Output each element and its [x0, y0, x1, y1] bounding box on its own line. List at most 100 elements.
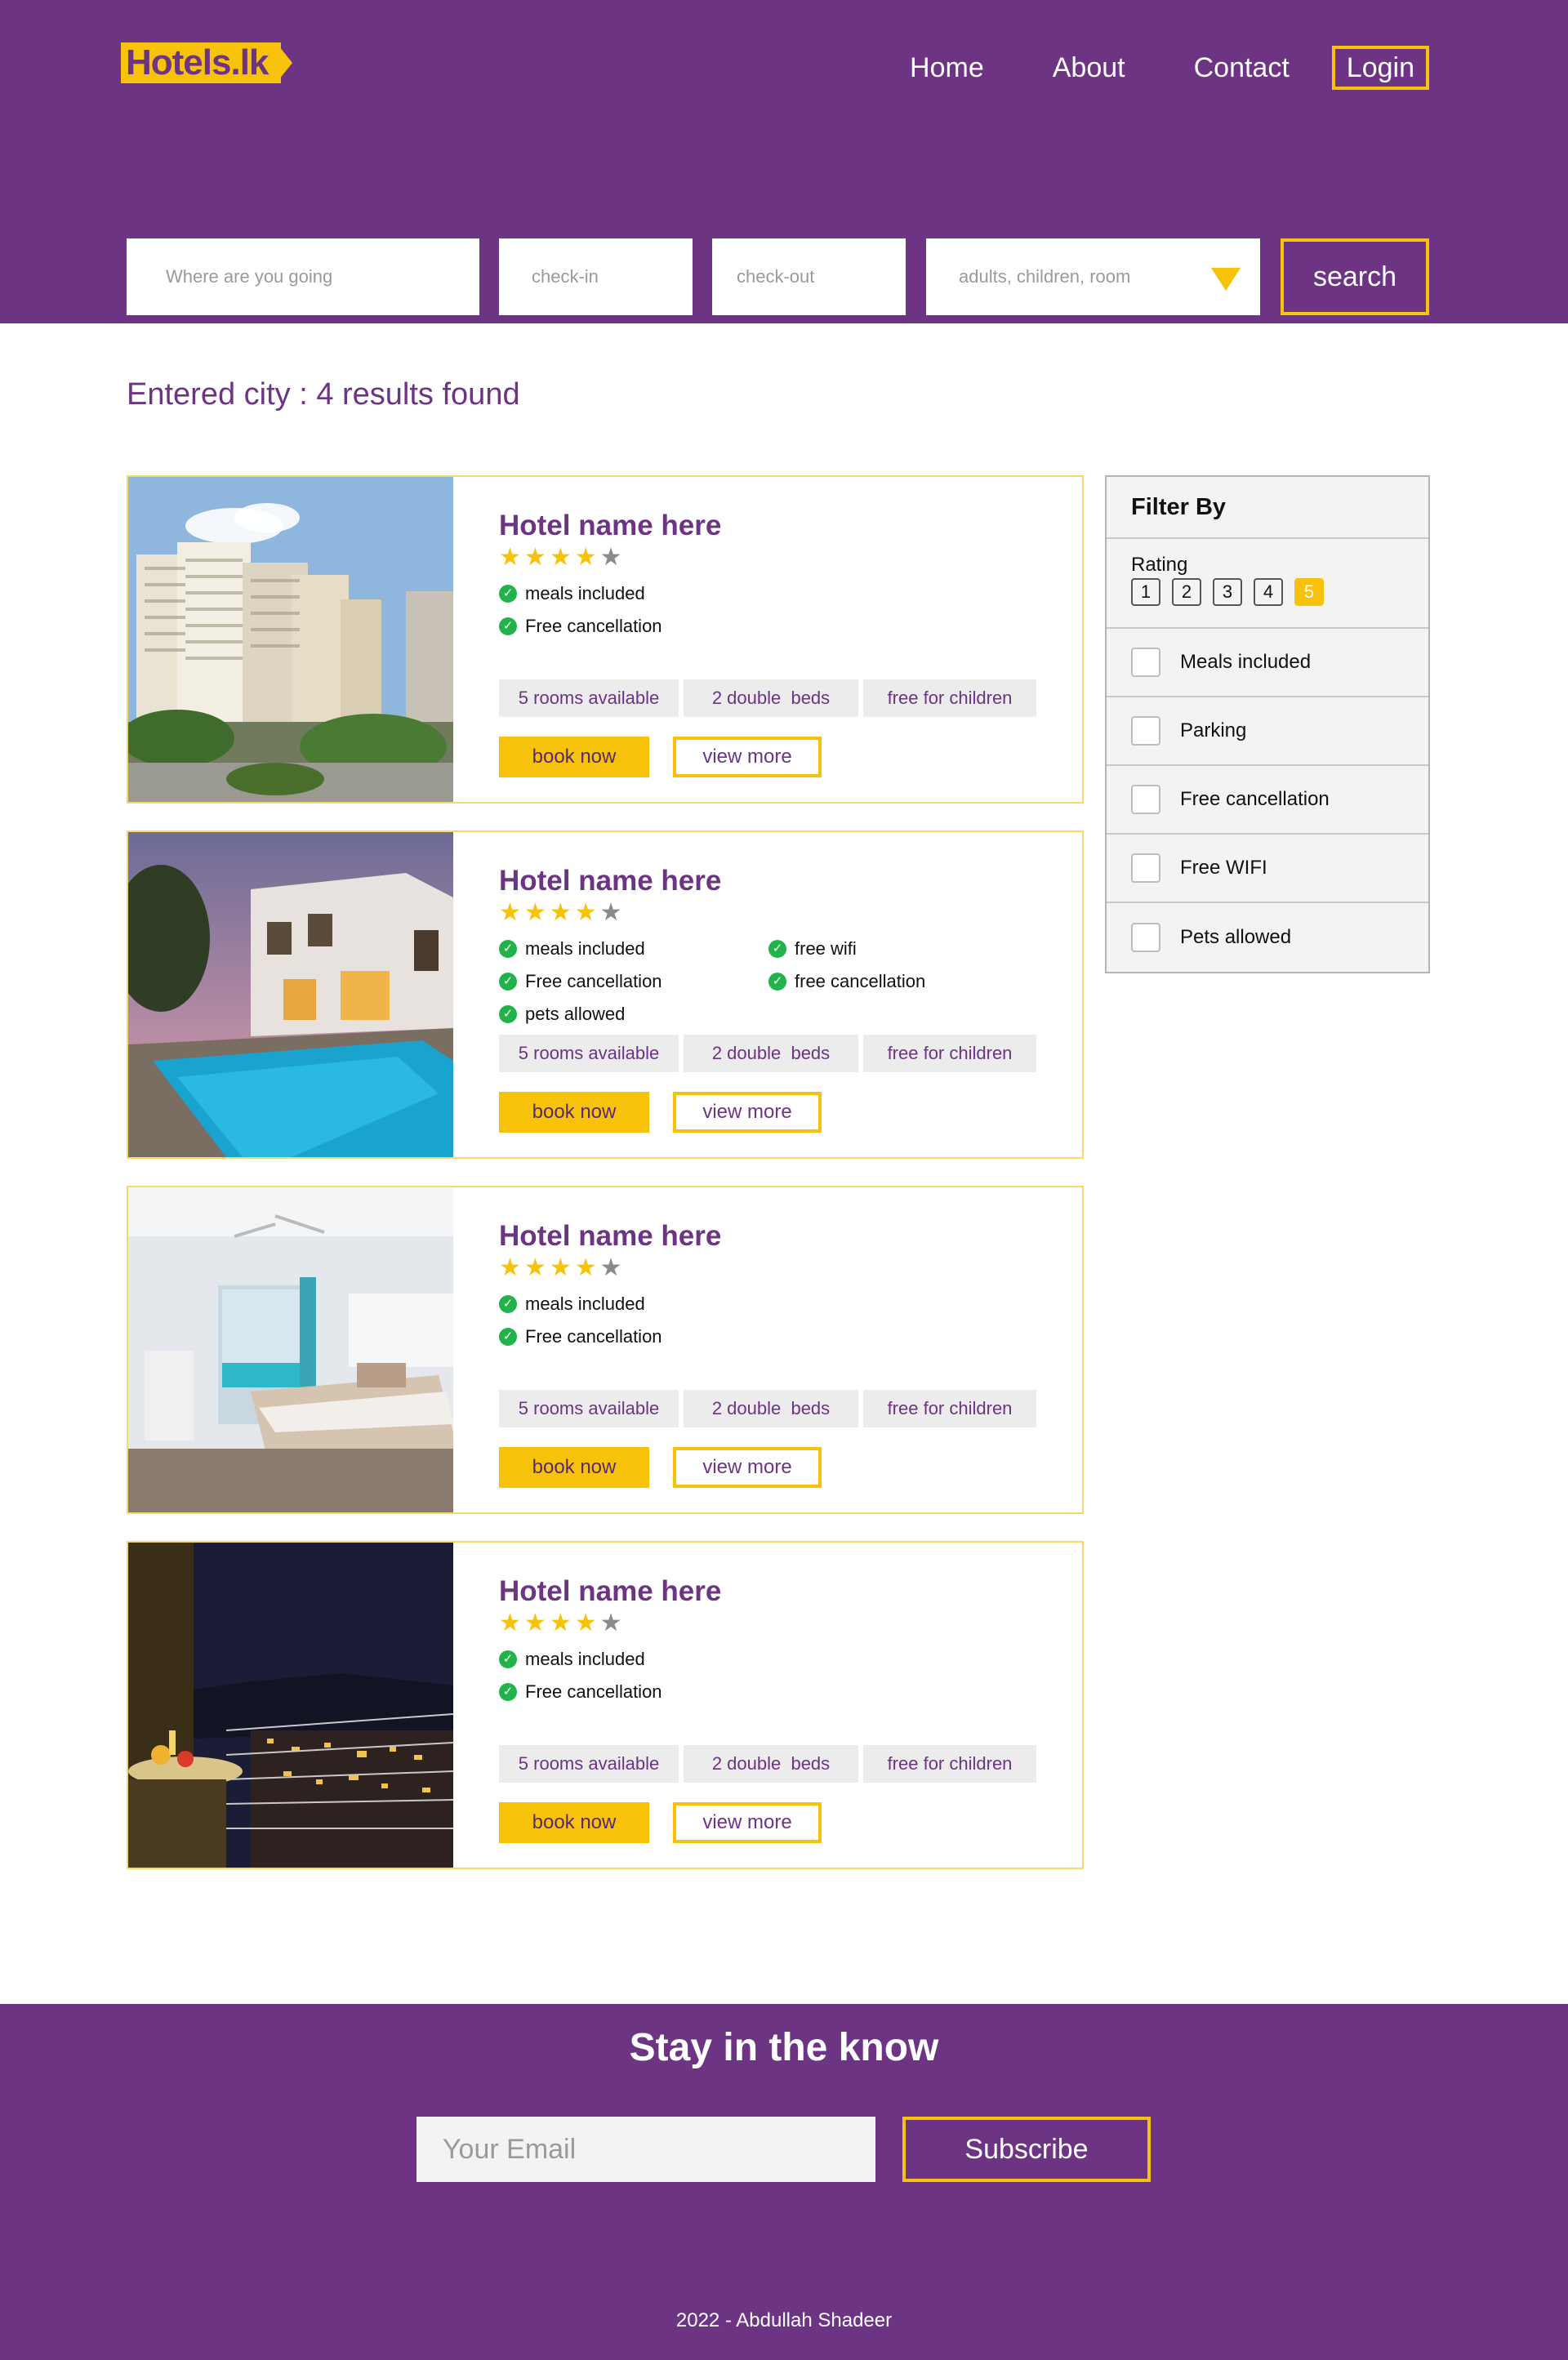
- book-now-button[interactable]: book now: [499, 1092, 649, 1133]
- nav-home-link[interactable]: Home: [910, 47, 984, 89]
- filter-option-label: Pets allowed: [1180, 926, 1292, 948]
- logo-text: Hotels.lk: [126, 42, 269, 82]
- hotel-name[interactable]: Hotel name here: [499, 865, 721, 897]
- hotel-card-body: Hotel name here ★★★★★ ✓ meals included ✓ Free…: [453, 832, 1082, 1157]
- chevron-down-icon[interactable]: [1211, 268, 1241, 291]
- filter-option[interactable]: Free WIFI: [1107, 835, 1428, 903]
- check-circle-icon: ✓: [768, 940, 786, 958]
- rating-filter-2[interactable]: 2: [1172, 578, 1201, 606]
- star-icon: ★: [499, 1254, 524, 1281]
- view-more-button[interactable]: view more: [673, 1447, 822, 1488]
- hotel-name[interactable]: Hotel name here: [499, 1575, 721, 1608]
- star-icon: ★: [549, 899, 575, 926]
- star-icon: ★: [599, 1610, 626, 1636]
- filter-checkbox[interactable]: [1131, 853, 1160, 883]
- filter-option[interactable]: Parking: [1107, 697, 1428, 766]
- check-circle-icon: ✓: [499, 617, 517, 635]
- check-circle-icon: ✓: [768, 973, 786, 991]
- results-heading: Entered city : 4 results found: [127, 377, 520, 412]
- view-more-button[interactable]: view more: [673, 1802, 822, 1843]
- filter-checkbox[interactable]: [1131, 716, 1160, 746]
- view-more-button[interactable]: view more: [673, 1092, 822, 1133]
- room-tag: 5 rooms available: [499, 1745, 679, 1783]
- room-tag: free for children: [863, 1745, 1036, 1783]
- star-icon: ★: [599, 899, 626, 926]
- guests-select[interactable]: [926, 238, 1260, 315]
- book-now-button[interactable]: book now: [499, 1802, 649, 1843]
- filter-option[interactable]: Meals included: [1107, 629, 1428, 697]
- hotel-card-body: Hotel name here ★★★★★ ✓ meals included ✓ Free…: [453, 1187, 1082, 1512]
- room-tag: 5 rooms available: [499, 679, 679, 717]
- feature-item: ✓ Free cancellation: [499, 1681, 662, 1703]
- filter-option-label: Free WIFI: [1180, 857, 1267, 879]
- room-tag: 2 double beds: [684, 1745, 858, 1783]
- checkout-input[interactable]: [712, 238, 906, 315]
- feature-label: meals included: [525, 1649, 645, 1669]
- email-input[interactable]: [416, 2117, 875, 2182]
- login-button[interactable]: Login: [1331, 46, 1429, 90]
- nav-contact-link[interactable]: Contact: [1194, 47, 1290, 89]
- filter-option[interactable]: Free cancellation: [1107, 766, 1428, 835]
- filter-panel: Filter By Rating 12345 Meals included Par…: [1105, 475, 1430, 973]
- rating-filter-4[interactable]: 4: [1254, 578, 1283, 606]
- check-circle-icon: ✓: [499, 1328, 517, 1346]
- rating-filter-1[interactable]: 1: [1131, 578, 1160, 606]
- hotel-photo[interactable]: [128, 1187, 453, 1512]
- rating-label: Rating: [1131, 554, 1188, 576]
- check-circle-icon: ✓: [499, 940, 517, 958]
- room-tags: 5 rooms available 2 double beds free for c…: [499, 1035, 1041, 1072]
- view-more-button[interactable]: view more: [673, 737, 822, 777]
- copyright-text: 2022 - Abdullah Shadeer: [675, 2309, 893, 2331]
- feature-item: ✓ pets allowed: [499, 1004, 625, 1025]
- hotel-card-body: Hotel name here ★★★★★ ✓ meals included ✓ Free…: [453, 477, 1082, 802]
- check-circle-icon: ✓: [499, 585, 517, 603]
- feature-item: ✓ meals included: [499, 583, 645, 604]
- star-rating: ★★★★★: [499, 1610, 626, 1637]
- feature-item: ✓ meals included: [499, 1649, 645, 1670]
- star-icon: ★: [549, 1610, 575, 1636]
- book-now-button[interactable]: book now: [499, 737, 649, 777]
- filter-checkbox[interactable]: [1131, 923, 1160, 952]
- star-rating: ★★★★★: [499, 899, 626, 927]
- feature-label: free wifi: [795, 938, 857, 959]
- check-circle-icon: ✓: [499, 1683, 517, 1701]
- subscribe-button[interactable]: Subscribe: [902, 2117, 1151, 2182]
- star-icon: ★: [574, 1610, 600, 1636]
- star-icon: ★: [499, 544, 524, 571]
- hotel-card: Hotel name here ★★★★★ ✓ meals included ✓ Free…: [127, 830, 1084, 1159]
- hotel-card: Hotel name here ★★★★★ ✓ meals included ✓ Free…: [127, 1541, 1084, 1869]
- checkin-input[interactable]: [499, 238, 693, 315]
- filter-option[interactable]: Pets allowed: [1107, 903, 1428, 972]
- feature-label: Free cancellation: [525, 971, 662, 991]
- hotel-photo[interactable]: [128, 477, 453, 802]
- hotel-name[interactable]: Hotel name here: [499, 1220, 721, 1253]
- filter-checkbox[interactable]: [1131, 648, 1160, 677]
- book-now-button[interactable]: book now: [499, 1447, 649, 1488]
- check-circle-icon: ✓: [499, 1005, 517, 1023]
- logo[interactable]: Hotels.lk: [121, 41, 294, 87]
- nav-about-link[interactable]: About: [1053, 47, 1125, 89]
- site-header: Hotels.lk Home About Contact Login searc…: [0, 0, 1568, 323]
- search-button[interactable]: search: [1281, 238, 1429, 315]
- star-rating: ★★★★★: [499, 1254, 626, 1282]
- destination-input[interactable]: [127, 238, 479, 315]
- room-tag: 5 rooms available: [499, 1390, 679, 1427]
- star-icon: ★: [599, 544, 626, 571]
- room-tags: 5 rooms available 2 double beds free for c…: [499, 1390, 1041, 1427]
- filter-checkbox[interactable]: [1131, 785, 1160, 814]
- rating-filter-5[interactable]: 5: [1294, 578, 1324, 606]
- hotel-card-body: Hotel name here ★★★★★ ✓ meals included ✓ Free…: [453, 1543, 1082, 1868]
- star-icon: ★: [523, 899, 550, 926]
- logo-tip: [276, 42, 292, 83]
- hotel-photo[interactable]: [128, 1543, 453, 1868]
- filter-option-label: Parking: [1180, 719, 1247, 741]
- room-tags: 5 rooms available 2 double beds free for c…: [499, 1745, 1041, 1783]
- hotel-name[interactable]: Hotel name here: [499, 510, 721, 542]
- room-tag: 2 double beds: [684, 679, 858, 717]
- hotel-photo[interactable]: [128, 832, 453, 1157]
- rating-filter-3[interactable]: 3: [1213, 578, 1242, 606]
- room-tags: 5 rooms available 2 double beds free for c…: [499, 679, 1041, 717]
- star-icon: ★: [499, 899, 524, 926]
- star-icon: ★: [499, 1610, 524, 1636]
- feature-item: ✓ free cancellation: [768, 971, 925, 992]
